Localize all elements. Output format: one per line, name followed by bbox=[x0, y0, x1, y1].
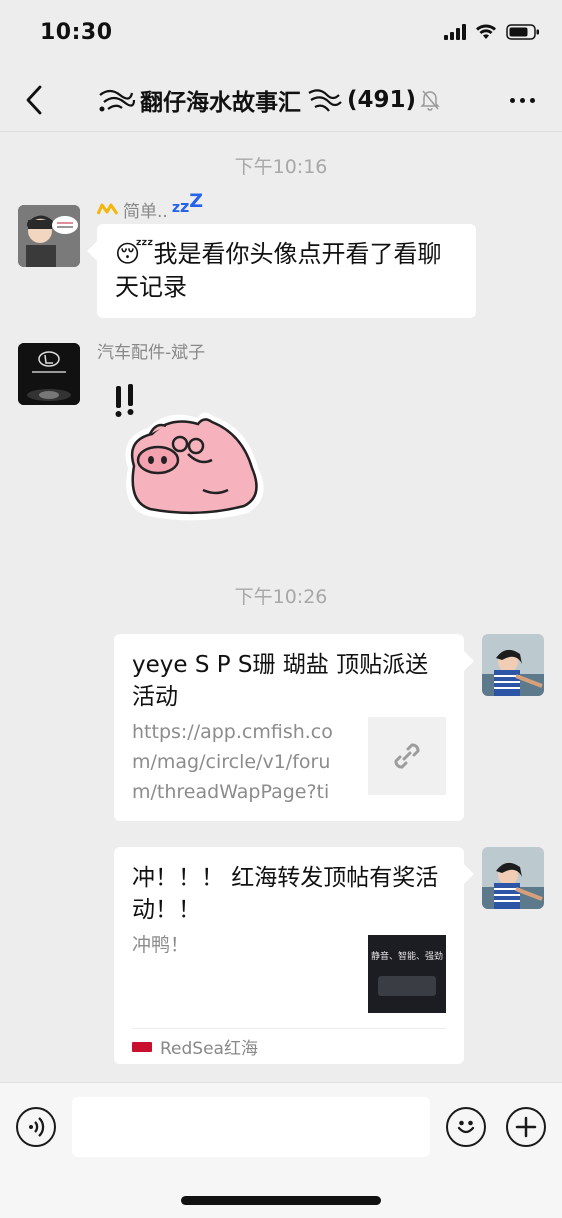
wifi-icon bbox=[476, 24, 496, 39]
wave-icon bbox=[308, 89, 342, 112]
home-indicator[interactable] bbox=[181, 1196, 381, 1205]
crown-icon bbox=[97, 203, 119, 215]
message-text: 😴我是看你头像点开看了看聊天记录 bbox=[115, 238, 458, 304]
wave-icon bbox=[99, 89, 136, 112]
plus-icon bbox=[515, 1116, 537, 1138]
product-image bbox=[378, 976, 436, 996]
status-time: 10:30 bbox=[40, 20, 113, 45]
sender-name-text: 简单.. bbox=[123, 202, 168, 222]
sender-name: 简单.. zzZ bbox=[97, 189, 204, 222]
sleepy-emoji: 😴 bbox=[115, 240, 154, 268]
avatar[interactable] bbox=[482, 847, 544, 909]
group-name: 翻仔海水故事汇 bbox=[140, 90, 301, 116]
ellipsis-icon bbox=[509, 97, 515, 103]
link-icon bbox=[394, 743, 420, 769]
chat-title: 翻仔海水故事汇 (491) bbox=[96, 82, 440, 118]
battery-icon bbox=[506, 24, 539, 40]
pig-sticker-image bbox=[115, 384, 264, 521]
avatar[interactable] bbox=[18, 205, 80, 267]
emoji-icon bbox=[457, 1120, 475, 1134]
message-bubble[interactable]: 😴我是看你头像点开看了看聊天记录 bbox=[97, 224, 476, 318]
pig-sticker[interactable] bbox=[108, 378, 273, 528]
avatar[interactable] bbox=[482, 634, 544, 696]
link-card[interactable]: yeye S P S珊 瑚盐 顶贴派送活动 https://app.cmfish… bbox=[114, 634, 464, 821]
back-button[interactable] bbox=[18, 82, 50, 118]
status-bar: 10:30 bbox=[0, 0, 562, 68]
redsea-logo-icon bbox=[132, 1041, 152, 1052]
chat-header: 翻仔海水故事汇 (491) bbox=[0, 68, 562, 132]
sleep-icon: zzZ bbox=[171, 189, 204, 216]
lexus-logo-icon bbox=[18, 343, 80, 405]
chevron-left-icon bbox=[26, 85, 42, 115]
avatar-image bbox=[482, 634, 544, 696]
source-name: RedSea红海 bbox=[160, 1039, 258, 1059]
ellipsis-dot bbox=[529, 97, 535, 103]
signal-icon bbox=[444, 24, 466, 40]
avatar-image bbox=[482, 847, 544, 909]
avatar-image bbox=[18, 205, 80, 267]
message-timestamp: 下午10:26 bbox=[234, 586, 328, 608]
link-card-desc: 冲鸭！ bbox=[132, 934, 190, 956]
bell-off-icon bbox=[420, 90, 440, 111]
voice-button[interactable] bbox=[16, 1107, 56, 1147]
ellipsis-dot bbox=[519, 97, 525, 103]
link-thumbnail: 静音、智能、强劲 bbox=[368, 935, 446, 1013]
link-card-url: https://app.cmfish.com/mag/circle/v1/for… bbox=[132, 721, 333, 803]
plus-button[interactable] bbox=[506, 1107, 546, 1147]
more-button[interactable] bbox=[504, 84, 540, 116]
sender-name: 汽车配件-斌子 bbox=[97, 343, 206, 363]
status-icons bbox=[444, 24, 540, 40]
emoji-button[interactable] bbox=[446, 1107, 486, 1147]
link-card[interactable]: 冲！！！ 红海转发顶帖有奖活动！！ 冲鸭！ 静音、智能、强劲 RedSea红海 bbox=[114, 847, 464, 1064]
link-card-title: yeye S P S珊 瑚盐 顶贴派送活动 bbox=[132, 652, 429, 710]
avatar[interactable] bbox=[18, 343, 80, 405]
member-count: (491) bbox=[347, 87, 417, 113]
link-card-source: RedSea红海 bbox=[132, 1028, 446, 1064]
message-timestamp: 下午10:16 bbox=[234, 156, 328, 178]
link-thumbnail bbox=[368, 717, 446, 795]
link-card-title: 冲！！！ 红海转发顶帖有奖活动！！ bbox=[132, 865, 439, 923]
message-input[interactable] bbox=[72, 1097, 430, 1157]
thumbnail-text: 静音、智能、强劲 bbox=[370, 952, 443, 962]
voice-icon bbox=[29, 1117, 45, 1137]
message-text-content: 我是看你头像点开看了看聊天记录 bbox=[115, 240, 442, 301]
